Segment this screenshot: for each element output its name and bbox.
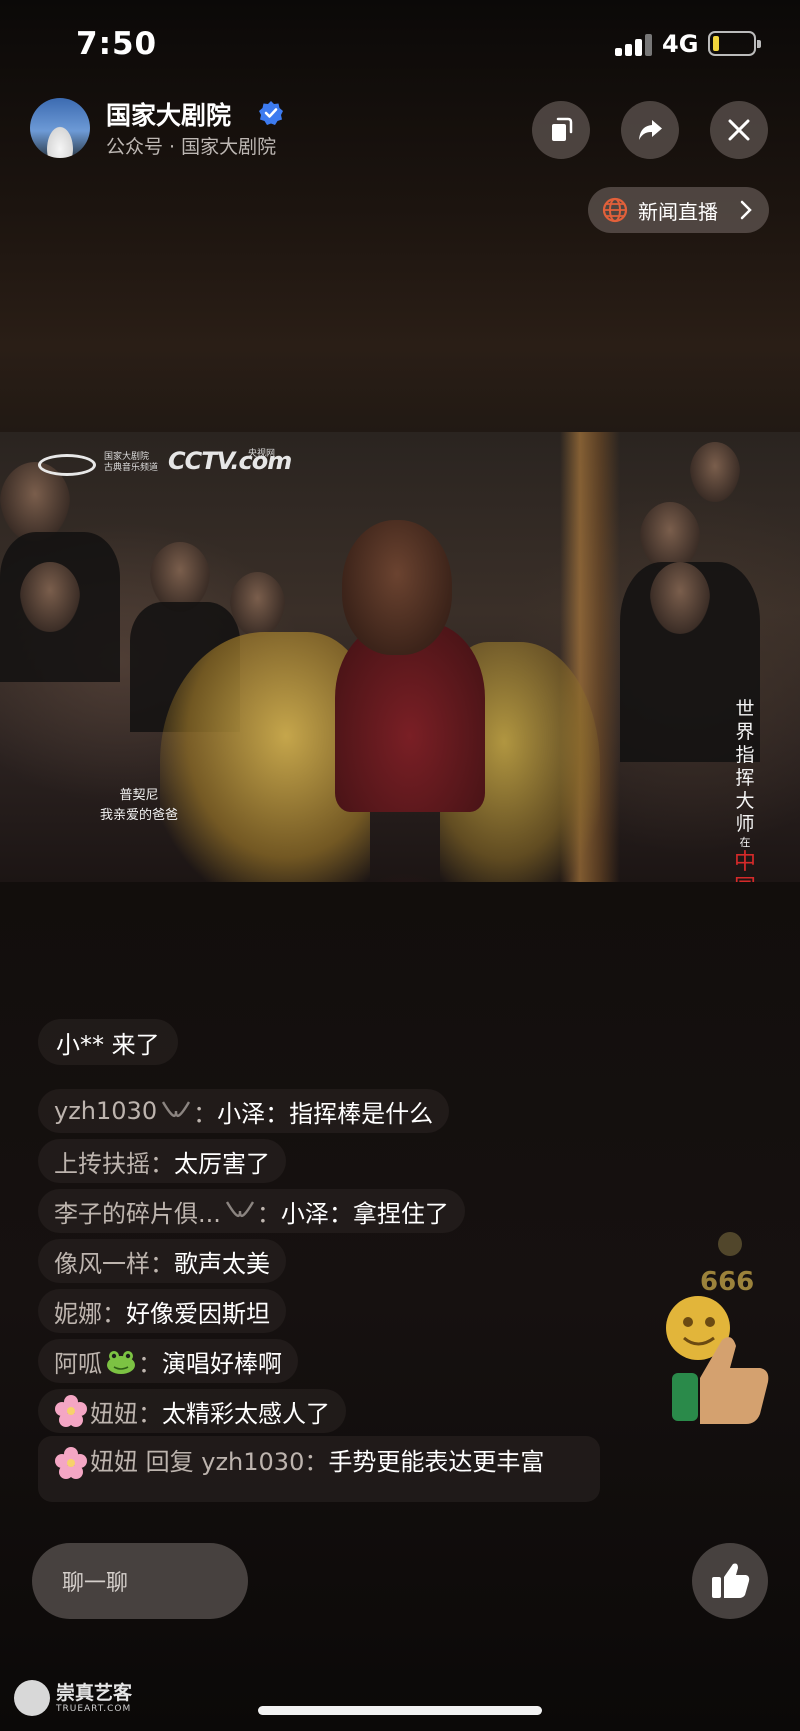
program-title: 世界指挥大师 在 中国 <box>733 698 756 882</box>
home-indicator[interactable] <box>258 1706 542 1715</box>
thumbs-up-sticker-icon: 666 <box>666 1232 769 1424</box>
comment-message: 小泽：指挥棒是什么 <box>217 1099 434 1128</box>
comment-message: 手势更能表达更丰富 <box>328 1448 545 1476</box>
live-video-player[interactable]: 国家大剧院 古典音乐频道 CCTV.com 央视网 普契尼 我亲爱的爸爸 世界指… <box>0 432 800 882</box>
account-avatar[interactable] <box>30 98 90 158</box>
network-type: 4G <box>662 30 699 58</box>
news-live-button[interactable]: 新闻直播 <box>588 187 769 233</box>
comment-user: 上抟扶摇 <box>54 1149 150 1178</box>
ribbon-icon <box>225 1201 254 1218</box>
comment-item: 妞妞 ： 太精彩太感人了 <box>38 1386 638 1436</box>
news-live-label: 新闻直播 <box>638 199 718 224</box>
singer-figure <box>342 520 452 655</box>
comment-message: 小泽：拿捏住了 <box>280 1199 449 1228</box>
watermark-logo-icon <box>14 1680 50 1716</box>
channel-logo-icon <box>38 454 96 476</box>
float-window-button[interactable] <box>532 101 590 159</box>
share-button[interactable] <box>621 101 679 159</box>
comment-item: 李子的碎片俱... ： 小泽：拿捏住了 <box>38 1186 638 1236</box>
comment-item: yzh1030 ： 小泽：指挥棒是什么 <box>38 1086 638 1136</box>
float-window-icon <box>552 117 573 141</box>
comment-item: 妮娜 ： 好像爱因斯坦 <box>38 1286 638 1336</box>
comment-message: 歌声太美 <box>174 1249 270 1278</box>
channel-logo-text: 国家大剧院 古典音乐频道 <box>104 452 159 473</box>
globe-icon <box>602 197 628 223</box>
comment-item: 上抟扶摇 ： 太厉害了 <box>38 1136 638 1186</box>
video-caption: 普契尼 我亲爱的爸爸 <box>99 788 178 823</box>
verified-badge-icon <box>259 101 283 125</box>
cctv-logo-small: 央视网 <box>248 449 276 459</box>
frog-icon <box>107 1351 135 1374</box>
close-icon <box>728 119 750 141</box>
comment-message: 演唱好棒啊 <box>162 1349 282 1378</box>
signal-strength-icon <box>615 34 653 56</box>
sticker-666: 666 <box>700 1267 754 1297</box>
comment-item: 妞妞 回复 yzh1030：手势更能表达更丰富 <box>38 1436 638 1512</box>
flower-icon <box>55 1395 87 1427</box>
flower-icon <box>55 1447 87 1479</box>
watermark: 崇真艺客 TRUEART.COM <box>14 1678 134 1722</box>
watermark-name: 崇真艺客 <box>56 1682 133 1704</box>
comment-list[interactable]: yzh1030 ： 小泽：指挥棒是什么 上抟扶摇 ： 太厉害了 李子的碎片俱..… <box>38 1086 638 1512</box>
comment-message: 太精彩太感人了 <box>162 1399 330 1428</box>
comment-user: 李子的碎片俱... <box>54 1199 221 1228</box>
comment-user: 阿呱 <box>54 1349 102 1378</box>
account-name[interactable]: 国家大剧院 <box>106 96 231 132</box>
ribbon-icon <box>162 1101 191 1118</box>
like-button[interactable] <box>692 1543 768 1619</box>
chevron-right-icon <box>740 200 752 220</box>
comment-item: 阿呱 ： 演唱好棒啊 <box>38 1336 638 1386</box>
comment-user: 像风一样 <box>54 1249 150 1278</box>
status-time: 7:50 <box>76 26 158 62</box>
comment-item: 像风一样 ： 歌声太美 <box>38 1236 638 1286</box>
comment-message: 好像爱因斯坦 <box>126 1299 270 1328</box>
comment-user: 妮娜 <box>54 1299 102 1328</box>
comment-message: 太厉害了 <box>174 1149 270 1178</box>
share-arrow-icon <box>639 120 662 140</box>
comment-user: 妞妞 回复 yzh1030 <box>90 1448 305 1476</box>
account-subtitle: 公众号 · 国家大剧院 <box>106 136 277 158</box>
watermark-sub: TRUEART.COM <box>56 1704 132 1714</box>
comment-user: yzh1030 <box>54 1097 158 1125</box>
battery-icon <box>708 31 761 56</box>
chat-input[interactable]: 聊一聊 <box>32 1543 248 1619</box>
status-bar: 7:50 4G <box>0 0 800 90</box>
join-notice: 小** 来了 <box>38 1019 178 1065</box>
close-button[interactable] <box>710 101 768 159</box>
comment-user: 妞妞 <box>90 1399 138 1428</box>
battery-level <box>713 36 719 51</box>
thumbs-up-icon <box>712 1563 750 1598</box>
